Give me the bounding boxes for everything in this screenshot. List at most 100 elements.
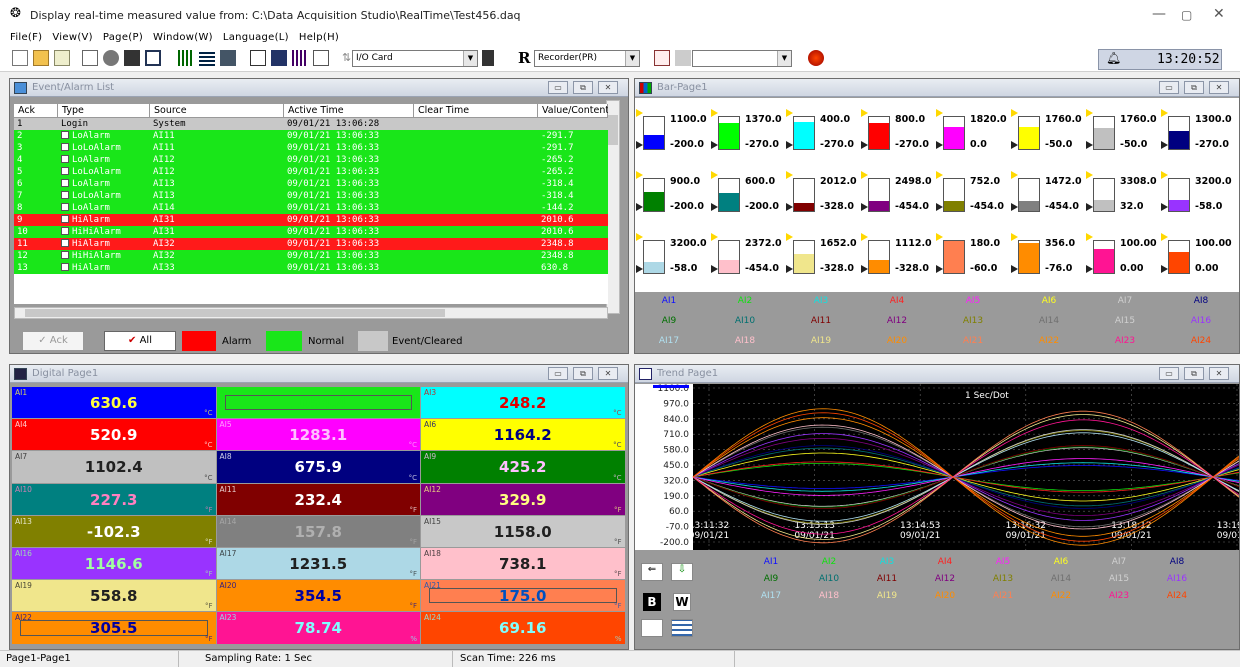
table-row[interactable]: 5 LoLoAlarm AI12 09/01/21 13:06:33 -265.2 bbox=[14, 166, 608, 178]
io-card-select[interactable]: I/O Card ▼ bbox=[352, 50, 478, 67]
stop-icon[interactable] bbox=[808, 50, 824, 66]
legend-item[interactable]: AI13 bbox=[953, 316, 993, 326]
legend-item[interactable]: AI11 bbox=[867, 574, 907, 584]
close-button[interactable]: ✕ bbox=[598, 367, 618, 380]
new-file-icon[interactable] bbox=[12, 50, 28, 66]
legend-item[interactable]: AI5 bbox=[983, 557, 1023, 567]
checkbox-icon[interactable] bbox=[61, 203, 69, 211]
digital-page-icon[interactable] bbox=[178, 50, 194, 66]
scroll-thumb[interactable] bbox=[25, 309, 445, 317]
legend-item[interactable]: AI2 bbox=[725, 296, 765, 306]
settings-icon[interactable] bbox=[675, 50, 691, 66]
scroll-thumb[interactable] bbox=[608, 115, 618, 145]
legend-item[interactable]: AI1 bbox=[751, 557, 791, 567]
ack-all-button[interactable]: ✔ All bbox=[104, 331, 176, 351]
table-row[interactable]: 10 HiHiAlarm AI31 09/01/21 13:06:33 2010.6 bbox=[14, 226, 608, 238]
chart-icon[interactable] bbox=[313, 50, 329, 66]
legend-item[interactable]: AI3 bbox=[801, 296, 841, 306]
legend-item[interactable]: AI4 bbox=[925, 557, 965, 567]
legend-item[interactable]: AI16 bbox=[1157, 574, 1197, 584]
legend-item[interactable]: AI15 bbox=[1105, 316, 1145, 326]
legend-item[interactable]: AI10 bbox=[809, 574, 849, 584]
trend-icon[interactable] bbox=[271, 50, 287, 66]
legend-item[interactable]: AI21 bbox=[983, 591, 1023, 601]
close-button[interactable]: ✕ bbox=[1213, 6, 1225, 22]
legend-item[interactable]: AI4 bbox=[877, 296, 917, 306]
column-header[interactable]: Value/Content bbox=[538, 104, 608, 118]
legend-item[interactable]: AI12 bbox=[877, 316, 917, 326]
table-row[interactable]: 2 LoAlarm AI11 09/01/21 13:06:33 -291.7 bbox=[14, 130, 608, 142]
pin-icon[interactable]: ⇩ bbox=[671, 563, 693, 581]
list-page-icon[interactable] bbox=[199, 50, 215, 66]
legend-item[interactable]: AI9 bbox=[649, 316, 689, 326]
close-button[interactable]: ✕ bbox=[598, 81, 618, 94]
legend-item[interactable]: AI12 bbox=[925, 574, 965, 584]
legend-item[interactable]: AI8 bbox=[1181, 296, 1221, 306]
window-icon[interactable] bbox=[250, 50, 266, 66]
legend-item[interactable]: AI17 bbox=[649, 336, 689, 346]
table-row[interactable]: 8 LoAlarm AI14 09/01/21 13:06:33 -144.2 bbox=[14, 202, 608, 214]
page-select[interactable]: ▼ bbox=[692, 50, 792, 67]
bar-page-icon[interactable] bbox=[220, 50, 236, 66]
legend-item[interactable]: AI1 bbox=[649, 296, 689, 306]
legend-item[interactable]: AI23 bbox=[1105, 336, 1145, 346]
menu-file[interactable]: File(F) bbox=[10, 30, 42, 46]
legend-item[interactable]: AI8 bbox=[1157, 557, 1197, 567]
checkbox-icon[interactable] bbox=[61, 167, 69, 175]
event-vscrollbar[interactable] bbox=[606, 100, 620, 314]
checkbox-icon[interactable] bbox=[61, 179, 69, 187]
checkbox-icon[interactable] bbox=[61, 143, 69, 151]
black-background-button[interactable]: B bbox=[643, 593, 661, 611]
menu-view[interactable]: View(V) bbox=[52, 30, 92, 46]
restore-button[interactable]: ⧉ bbox=[573, 81, 593, 94]
grid-icon[interactable] bbox=[145, 50, 161, 66]
legend-item[interactable]: AI23 bbox=[1099, 591, 1139, 601]
checkbox-icon[interactable] bbox=[61, 191, 69, 199]
minimize-button[interactable]: ▭ bbox=[1159, 81, 1179, 94]
table-view-icon[interactable] bbox=[671, 619, 693, 637]
menu-help[interactable]: Help(H) bbox=[299, 30, 339, 46]
table-row[interactable]: 13 HiAlarm AI33 09/01/21 13:06:33 630.8 bbox=[14, 262, 608, 274]
minimize-button[interactable]: ▭ bbox=[1159, 367, 1179, 380]
chart-view-icon[interactable] bbox=[641, 619, 663, 637]
table-row[interactable]: 9 HiAlarm AI31 09/01/21 13:06:33 2010.6 bbox=[14, 214, 608, 226]
table-row[interactable]: 4 LoAlarm AI12 09/01/21 13:06:33 -265.2 bbox=[14, 154, 608, 166]
legend-item[interactable]: AI11 bbox=[801, 316, 841, 326]
checkbox-icon[interactable] bbox=[61, 227, 69, 235]
legend-item[interactable]: AI13 bbox=[983, 574, 1023, 584]
legend-item[interactable]: AI3 bbox=[867, 557, 907, 567]
legend-item[interactable]: AI7 bbox=[1099, 557, 1139, 567]
minimize-button[interactable]: — bbox=[1152, 6, 1166, 22]
close-button[interactable]: ✕ bbox=[1209, 367, 1229, 380]
export-icon[interactable] bbox=[654, 50, 670, 66]
legend-item[interactable]: AI18 bbox=[809, 591, 849, 601]
menu-page[interactable]: Page(P) bbox=[103, 30, 143, 46]
bell-icon[interactable]: 🔔︎ bbox=[1106, 51, 1121, 65]
scroll-left-icon[interactable]: ⇐ bbox=[641, 563, 663, 581]
column-header[interactable]: Ack bbox=[14, 104, 58, 118]
maximize-button[interactable]: ▢ bbox=[1181, 8, 1192, 22]
legend-item[interactable]: AI7 bbox=[1105, 296, 1145, 306]
checkbox-icon[interactable] bbox=[61, 131, 69, 139]
restore-button[interactable]: ⧉ bbox=[1184, 367, 1204, 380]
column-header[interactable]: Type bbox=[58, 104, 150, 118]
copy-icon[interactable] bbox=[54, 50, 70, 66]
table-row[interactable]: 11 HiAlarm AI32 09/01/21 13:06:33 2348.8 bbox=[14, 238, 608, 250]
table-row[interactable]: 3 LoLoAlarm AI11 09/01/21 13:06:33 -291.7 bbox=[14, 142, 608, 154]
legend-item[interactable]: AI17 bbox=[751, 591, 791, 601]
legend-item[interactable]: AI6 bbox=[1029, 296, 1069, 306]
menu-language[interactable]: Language(L) bbox=[223, 30, 289, 46]
meter-icon[interactable] bbox=[292, 50, 308, 66]
legend-item[interactable]: AI20 bbox=[925, 591, 965, 601]
close-button[interactable]: ✕ bbox=[1209, 81, 1229, 94]
legend-item[interactable]: AI19 bbox=[801, 336, 841, 346]
legend-item[interactable]: AI24 bbox=[1157, 591, 1197, 601]
minimize-button[interactable]: ▭ bbox=[548, 81, 568, 94]
open-folder-icon[interactable] bbox=[33, 50, 49, 66]
column-header[interactable]: Clear Time bbox=[414, 104, 538, 118]
legend-item[interactable]: AI5 bbox=[953, 296, 993, 306]
monitor-icon[interactable] bbox=[124, 50, 140, 66]
checkbox-icon[interactable] bbox=[61, 251, 69, 259]
legend-item[interactable]: AI20 bbox=[877, 336, 917, 346]
ack-button[interactable]: ✓ Ack bbox=[22, 331, 84, 351]
